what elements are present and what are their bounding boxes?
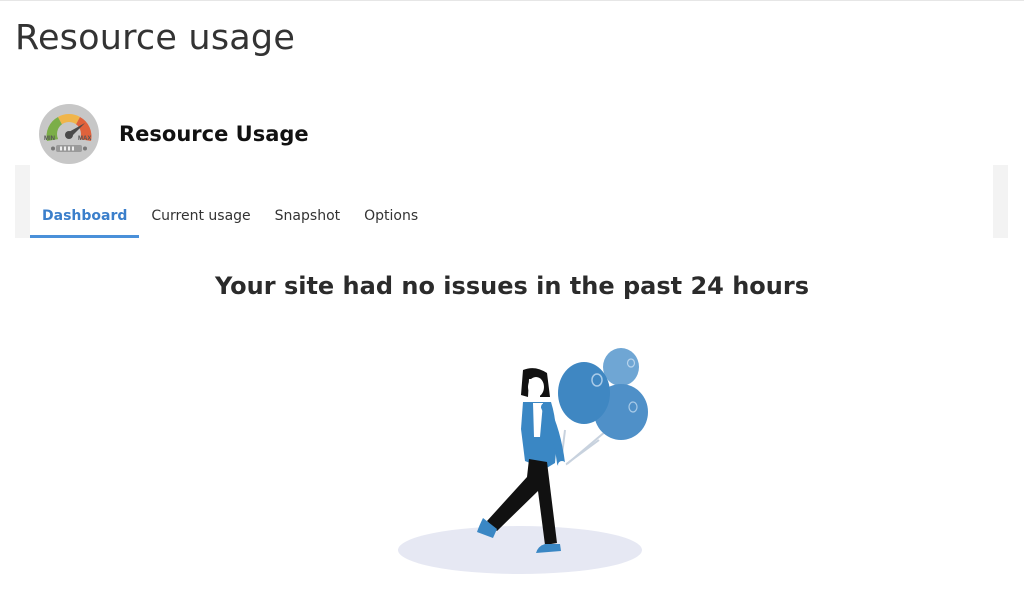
tab-current-usage[interactable]: Current usage — [139, 208, 262, 238]
gauge-max-label: MAX — [78, 136, 91, 142]
gauge-icon: MIN MAX — [39, 104, 99, 164]
tab-snapshot[interactable]: Snapshot — [263, 208, 352, 238]
woman-with-balloons-illustration — [398, 348, 648, 574]
status-headline: Your site had no issues in the past 24 h… — [215, 272, 809, 300]
plugin-header: MIN MAX Resource Usage — [38, 103, 309, 165]
tab-bar: Dashboard Current usage Snapshot Options — [15, 165, 1008, 238]
top-divider — [0, 0, 1024, 1]
page-title: Resource usage — [15, 18, 296, 58]
tab-options[interactable]: Options — [352, 208, 430, 238]
tab-list: Dashboard Current usage Snapshot Options — [30, 165, 430, 238]
gauge-min-label: MIN — [44, 136, 55, 142]
tab-dashboard[interactable]: Dashboard — [30, 208, 140, 238]
plugin-name: Resource Usage — [119, 122, 309, 146]
